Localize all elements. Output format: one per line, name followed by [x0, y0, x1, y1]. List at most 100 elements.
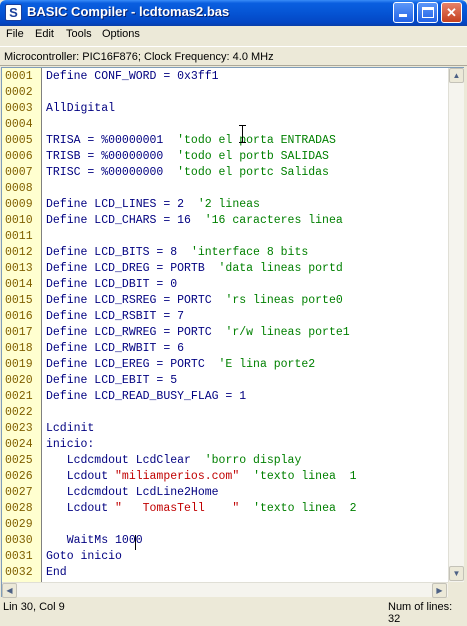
code-line[interactable]: 0019 Define LCD_EREG = PORTC 'E lina port…	[2, 357, 422, 373]
code-statement: Define LCD_RSREG = PORTC	[46, 294, 226, 307]
code-text: Define CONF_WORD = 0x3ff1	[46, 69, 219, 85]
microcontroller-info: Microcontroller: PIC16F876; Clock Freque…	[0, 46, 467, 66]
line-number: 0003	[5, 102, 33, 115]
code-line[interactable]: 0004	[2, 117, 422, 133]
line-count: Num of lines: 32	[388, 601, 453, 625]
code-line[interactable]: 0009 Define LCD_LINES = 2 '2 lineas	[2, 197, 422, 213]
code-statement: Define LCD_RWREG = PORTC	[46, 326, 226, 339]
code-line[interactable]: 0007 TRISC = %00000000 'todo el portc Sal…	[2, 165, 422, 181]
code-comment: 'rs lineas porte0	[225, 294, 343, 307]
minimize-button[interactable]	[393, 2, 414, 23]
line-number: 0012	[5, 246, 33, 259]
code-statement: Lcdinit	[46, 422, 95, 435]
line-number: 0017	[5, 326, 33, 339]
code-text: Lcdinit	[46, 421, 94, 437]
code-comment: 'r/w lineas porte1	[225, 326, 350, 339]
scroll-down-button[interactable]: ▼	[449, 566, 464, 581]
line-number: 0009	[5, 198, 33, 211]
vertical-scrollbar[interactable]: ▲ ▼	[448, 68, 464, 582]
code-line[interactable]: 0001 Define CONF_WORD = 0x3ff1	[2, 69, 422, 85]
code-line[interactable]: 0012 Define LCD_BITS = 8 'interface 8 bit…	[2, 245, 422, 261]
code-line[interactable]: 0029	[2, 517, 422, 533]
code-comment: 'texto linea 2	[253, 502, 357, 515]
code-statement: End	[46, 566, 67, 579]
line-number: 0007	[5, 166, 33, 179]
line-number: 0019	[5, 358, 33, 371]
code-text: AllDigital	[46, 101, 115, 117]
code-line[interactable]: 0010 Define LCD_CHARS = 16 '16 caracteres…	[2, 213, 422, 229]
code-line[interactable]: 0021 Define LCD_READ_BUSY_FLAG = 1	[2, 389, 422, 405]
code-line[interactable]: 0013 Define LCD_DREG = PORTB 'data lineas…	[2, 261, 422, 277]
code-line[interactable]: 0023 Lcdinit	[2, 421, 422, 437]
code-text: Lcdout "miliamperios.com" 'texto linea 1	[46, 469, 357, 485]
close-button[interactable]: ✕	[441, 2, 462, 23]
code-line[interactable]: 0031 Goto inicio	[2, 549, 422, 565]
code-line[interactable]: 0030 WaitMs 1000	[2, 533, 422, 549]
code-statement: Define LCD_CHARS = 16	[46, 214, 205, 227]
code-text: End	[46, 565, 67, 581]
menu-file[interactable]: File	[6, 28, 24, 40]
code-text: Define LCD_EREG = PORTC 'E lina porte2	[46, 357, 315, 373]
line-number: 0030	[5, 534, 33, 547]
scroll-right-button[interactable]: ▶	[432, 583, 447, 598]
code-line[interactable]: 0002	[2, 85, 422, 101]
menu-bar: File Edit Tools Options	[0, 26, 467, 44]
line-number: 0011	[5, 230, 33, 243]
code-line[interactable]: 0032 End	[2, 565, 422, 581]
code-string: "miliamperios.com"	[115, 470, 240, 483]
line-number: 0004	[5, 118, 33, 131]
code-line[interactable]: 0011	[2, 229, 422, 245]
code-line[interactable]: 0027 Lcdcmdout LcdLine2Home	[2, 485, 422, 501]
code-statement: Define LCD_LINES = 2	[46, 198, 198, 211]
scroll-left-button[interactable]: ◀	[2, 583, 17, 598]
line-number: 0005	[5, 134, 33, 147]
code-line[interactable]: 0025 Lcdcmdout LcdClear 'borro display	[2, 453, 422, 469]
menu-options[interactable]: Options	[102, 28, 140, 40]
line-number: 0027	[5, 486, 33, 499]
menu-tools[interactable]: Tools	[66, 28, 92, 40]
code-line[interactable]: 0020 Define LCD_EBIT = 5	[2, 373, 422, 389]
code-text: Define LCD_RWREG = PORTC 'r/w lineas por…	[46, 325, 350, 341]
line-number: 0014	[5, 278, 33, 291]
code-line[interactable]: 0018 Define LCD_RWBIT = 6	[2, 341, 422, 357]
code-line[interactable]: 0016 Define LCD_RSBIT = 7	[2, 309, 422, 325]
line-number: 0022	[5, 406, 33, 419]
code-statement: WaitMs 1000	[46, 534, 143, 547]
code-line[interactable]: 0028 Lcdout " TomasTell " 'texto linea 2	[2, 501, 422, 517]
code-statement: Lcdout	[46, 502, 116, 515]
code-line[interactable]: 0015 Define LCD_RSREG = PORTC 'rs lineas …	[2, 293, 422, 309]
code-line[interactable]: 0017 Define LCD_RWREG = PORTC 'r/w lineas…	[2, 325, 422, 341]
code-spacer	[239, 502, 253, 515]
code-statement: Define LCD_DBIT = 0	[46, 278, 178, 291]
code-line[interactable]: 0022	[2, 405, 422, 421]
line-number: 0001	[5, 70, 33, 83]
line-number: 0018	[5, 342, 33, 355]
line-number: 0028	[5, 502, 33, 515]
horizontal-scrollbar[interactable]: ◀ ▶	[2, 582, 448, 598]
code-line[interactable]: 0005 TRISA = %00000001 'todo el porta ENT…	[2, 133, 422, 149]
line-number: 0023	[5, 422, 33, 435]
line-number: 0032	[5, 566, 33, 579]
menu-edit[interactable]: Edit	[35, 28, 54, 40]
code-statement: Define LCD_RWBIT = 6	[46, 342, 185, 355]
line-number: 0015	[5, 294, 33, 307]
code-line[interactable]: 0014 Define LCD_DBIT = 0	[2, 277, 422, 293]
cursor-position: Lin 30, Col 9	[3, 601, 65, 613]
code-line[interactable]: 0003 AllDigital	[2, 101, 422, 117]
code-line[interactable]: 0008	[2, 181, 422, 197]
scroll-up-button[interactable]: ▲	[449, 68, 464, 83]
code-statement: Define LCD_RSBIT = 7	[46, 310, 185, 323]
title-bar[interactable]: S BASIC Compiler - lcdtomas2.bas ✕	[0, 0, 467, 26]
code-comment: 'todo el portb SALIDAS	[177, 150, 329, 163]
code-comment: 'E lina porte2	[218, 358, 316, 371]
app-icon: S	[5, 4, 22, 21]
code-line[interactable]: 0024 inicio:	[2, 437, 422, 453]
line-number: 0010	[5, 214, 33, 227]
code-editor[interactable]: 0001 Define CONF_WORD = 0x3ff1 0002 0003 All…	[1, 67, 464, 598]
code-line[interactable]: 0026 Lcdout "miliamperios.com" 'texto li…	[2, 469, 422, 485]
maximize-button[interactable]	[417, 2, 438, 23]
code-statement: TRISC = %00000000	[46, 166, 178, 179]
code-text: inicio:	[46, 437, 94, 453]
line-number: 0026	[5, 470, 33, 483]
code-line[interactable]: 0006 TRISB = %00000000 'todo el portb SAL…	[2, 149, 422, 165]
